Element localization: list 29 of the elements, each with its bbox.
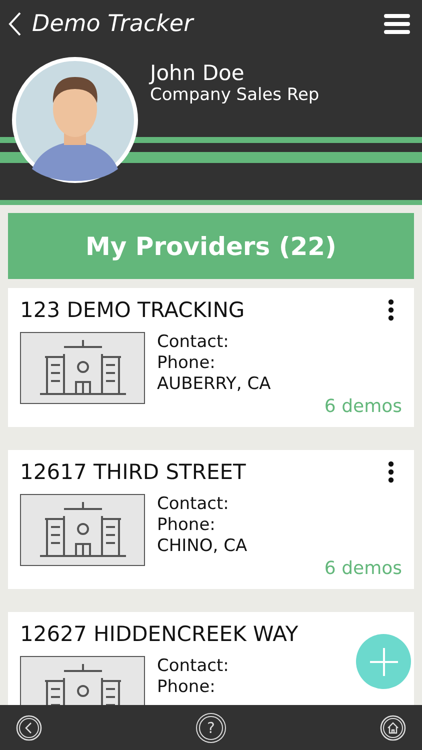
- provider-card[interactable]: 123 DEMO TRACKING Contact: Phone: AUBERRY, CA 6 demos: [8, 288, 414, 427]
- home-icon[interactable]: [380, 714, 406, 740]
- contact-label: Contact:: [157, 656, 229, 677]
- contact-label: Contact:: [157, 494, 230, 515]
- building-icon: [20, 332, 145, 404]
- help-button[interactable]: ?: [199, 716, 223, 740]
- contact-label: Contact:: [157, 332, 230, 353]
- provider-card[interactable]: 12617 THIRD STREET Contact: Phone: CHINO, CA 6 demos: [8, 450, 414, 589]
- demo-count: 6 demos: [324, 396, 402, 417]
- phone-label: Phone:: [157, 515, 216, 536]
- phone-label: Phone:: [157, 677, 216, 698]
- provider-location: CHINO, CA: [157, 536, 248, 557]
- user-role: Company Sales Rep: [150, 85, 320, 105]
- provider-card[interactable]: 12627 HIDDENCREEK WAY Contact: Phone:: [8, 612, 414, 705]
- provider-location: AUBERRY, CA: [157, 374, 271, 395]
- more-icon[interactable]: [388, 461, 394, 483]
- app-title: Demo Tracker: [32, 11, 196, 37]
- building-icon: [20, 494, 145, 566]
- phone-label: Phone:: [157, 353, 216, 374]
- provider-name: 12617 THIRD STREET: [20, 460, 246, 484]
- more-icon[interactable]: [388, 299, 394, 321]
- back-icon[interactable]: [16, 714, 42, 740]
- provider-name: 12627 HIDDENCREEK WAY: [20, 622, 298, 646]
- demo-count: 6 demos: [324, 558, 402, 579]
- providers-banner: My Providers (22): [8, 213, 414, 279]
- plus-icon: [370, 648, 398, 676]
- user-name: John Doe: [150, 61, 246, 85]
- provider-name: 123 DEMO TRACKING: [20, 298, 245, 322]
- menu-icon[interactable]: [384, 14, 410, 34]
